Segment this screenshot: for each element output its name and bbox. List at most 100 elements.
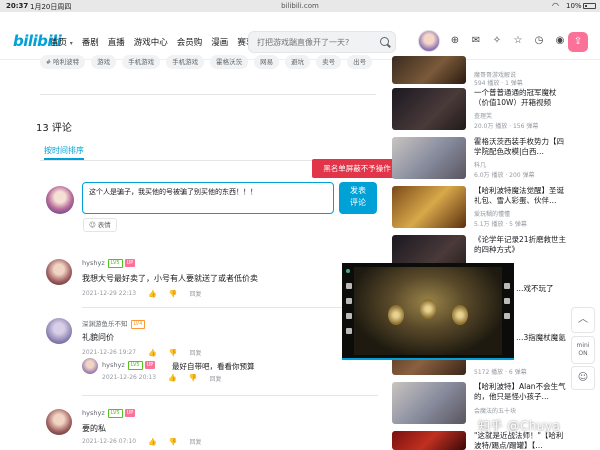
reply-button[interactable]: 回复 [190, 348, 202, 357]
video-title[interactable]: 一个普普通通的冠军魔杖（价值10W）开箱视频 [474, 88, 568, 108]
video-uploader[interactable]: 科几 [474, 160, 486, 169]
video-thumbnail[interactable] [392, 137, 466, 179]
history-icon[interactable]: ◷ [532, 34, 546, 48]
tag[interactable]: 游戏 [91, 55, 117, 69]
video-stats: 5172 播放 · 6 弹幕 [474, 369, 527, 376]
emoji-button[interactable]: ☺ 表情 [83, 218, 117, 232]
tag[interactable]: 霍格沃茨 [210, 55, 249, 69]
video-title[interactable]: 【哈利波特魔法觉醒】圣诞礼包、雪人彩蛋、伙伴… [474, 186, 568, 206]
comment-text: 礼貌问价 [82, 333, 114, 342]
wifi-icon: ◠ [552, 1, 559, 10]
comment-username[interactable]: hyshyz LV5 UP [82, 409, 136, 418]
video-thumbnail[interactable] [392, 186, 466, 228]
reply-button[interactable]: 回复 [190, 289, 202, 298]
dynamic-icon[interactable]: ✧ [490, 34, 504, 48]
favorites-icon[interactable]: ☆ [511, 34, 525, 48]
tag[interactable]: 避坑 [285, 55, 311, 69]
comment-meta: 2021-12-29 22:13 👍 👎 回复 [82, 289, 202, 299]
comment-meta: 2021-12-26 19:27 👍 👎 回复 [82, 348, 202, 358]
video-title[interactable]: …3指魔杖魔氪 [516, 333, 568, 343]
vip-icon[interactable]: ⊕ [448, 34, 462, 48]
submit-comment-button[interactable]: 发表 评论 [339, 182, 377, 214]
comment-input[interactable]: 这个人是骗子，我买他的号被骗了别买他的东西！！！ [82, 182, 334, 214]
divider [40, 94, 376, 95]
search-bar [248, 31, 396, 53]
video-thumbnail[interactable] [392, 431, 466, 450]
nav-game-center[interactable]: 游戏中心 [134, 36, 168, 48]
like-icon[interactable]: 👍 [148, 349, 157, 357]
video-thumbnail[interactable] [392, 382, 466, 424]
video-frame[interactable] [354, 267, 502, 355]
nav-live[interactable]: 直播 [108, 36, 125, 48]
user-avatar[interactable] [418, 30, 440, 52]
avatar[interactable] [82, 358, 98, 374]
dislike-icon[interactable]: 👎 [169, 438, 178, 446]
dislike-icon[interactable]: 👎 [169, 349, 178, 357]
video-uploader[interactable]: 爱玩糊的懂懂 [474, 209, 510, 218]
mini-player[interactable] [342, 263, 514, 360]
like-icon[interactable]: 👍 [148, 438, 157, 446]
reply-username[interactable]: hyshyz LV5 UP [102, 361, 156, 370]
back-to-top-button[interactable]: ︿ [571, 307, 595, 333]
player-status-dot [346, 269, 350, 273]
video-thumbnail[interactable] [392, 88, 466, 130]
nav-mall[interactable]: 会员购 [177, 36, 203, 48]
emblem-icon [452, 305, 468, 325]
reply-button[interactable]: 回复 [210, 374, 222, 383]
video-uploader[interactable]: 会魔法的五十块 [474, 406, 516, 415]
comment-meta: 2021-12-26 07:10 👍 👎 回复 [82, 437, 202, 447]
avatar[interactable] [46, 318, 72, 344]
video-thumbnail[interactable] [392, 56, 466, 84]
message-icon[interactable]: ✉ [469, 34, 483, 48]
battery-level: 10% [566, 2, 582, 10]
nav-home[interactable]: 首页 ▾ [50, 36, 73, 48]
address-bar-url[interactable]: bilibili.com [0, 2, 600, 10]
player-controls-left [346, 283, 352, 334]
danmaku-icon[interactable] [346, 298, 352, 304]
tag[interactable]: 卖号 [316, 55, 342, 69]
volume-icon[interactable] [346, 313, 352, 319]
tag[interactable]: 手机游戏 [166, 55, 205, 69]
avatar[interactable] [46, 259, 72, 285]
video-stats: 5.1万 播放 · 5 弹幕 [474, 221, 527, 228]
upload-icon[interactable]: ⇪ [568, 32, 588, 52]
like-icon[interactable]: 👍 [148, 290, 157, 298]
dislike-icon[interactable]: 👎 [169, 290, 178, 298]
divider [82, 307, 378, 308]
comment-username[interactable]: 深渊游鱼乐不知 LV4 [82, 318, 146, 329]
comments-title: 13 评论 [36, 123, 72, 134]
pip-icon[interactable] [504, 313, 510, 319]
sort-by-time-tab[interactable]: 按时间排序 [44, 145, 84, 156]
emblem-icon [420, 299, 436, 319]
battery-icon [583, 3, 596, 9]
reply-button[interactable]: 回复 [190, 437, 202, 446]
tag[interactable]: # 哈利波特 [40, 55, 86, 69]
tag[interactable]: 手机游戏 [122, 55, 161, 69]
video-title[interactable]: 霍格沃茨西装手枚势力【四学院配色改模|白西… [474, 137, 568, 157]
video-title[interactable]: …戏不玩了 [516, 284, 568, 294]
creation-icon[interactable]: ◉ [553, 34, 567, 48]
chevron-up-icon: ︿ [578, 314, 588, 325]
comment-username[interactable]: hyshyz LV5 UP [82, 259, 136, 268]
video-title[interactable]: 《论学年记录21折磨救世主的四种方式》 [474, 235, 568, 255]
tag[interactable]: 网易 [254, 55, 280, 69]
fullscreen-icon[interactable] [504, 298, 510, 304]
dislike-icon[interactable]: 👎 [189, 374, 198, 383]
watermark: 知乎 @Chuya [478, 419, 561, 433]
search-input[interactable] [257, 35, 375, 49]
search-icon[interactable] [380, 37, 389, 46]
tag[interactable]: 出号 [347, 55, 373, 69]
play-icon[interactable] [346, 283, 352, 289]
video-title[interactable]: 【哈利波特】Alan不会生气的，他只是怪小孩子… [474, 382, 568, 402]
comment-text: 我想大号最好卖了，小号有人要就送了或者低价卖 [82, 274, 258, 283]
mini-player-toggle[interactable]: mini ON [571, 336, 595, 364]
customer-service-button[interactable]: ☺ [571, 366, 595, 390]
like-icon[interactable]: 👍 [168, 374, 177, 383]
avatar[interactable] [46, 409, 72, 435]
chevron-down-icon: ▾ [69, 40, 73, 47]
settings-icon[interactable] [346, 328, 352, 334]
close-icon[interactable] [504, 283, 510, 289]
nav-anime[interactable]: 番剧 [82, 36, 99, 48]
nav-manga[interactable]: 漫画 [211, 36, 228, 48]
video-uploader[interactable]: 查理芙 [474, 111, 492, 120]
